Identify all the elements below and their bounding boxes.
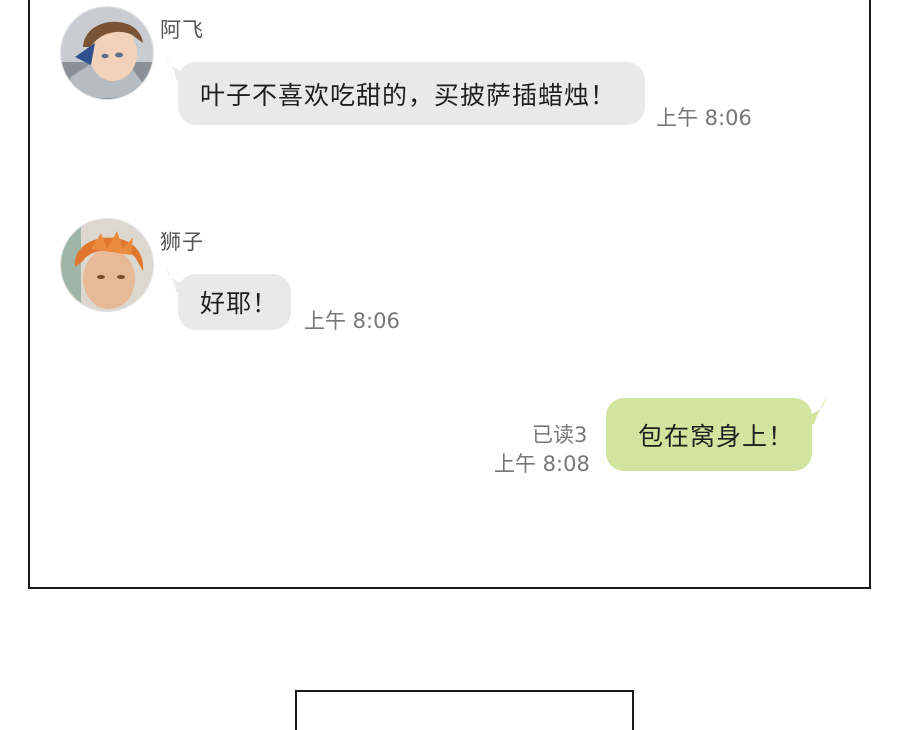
sender-name: 阿飞: [160, 18, 204, 42]
message-time: 上午 8:06: [656, 106, 752, 130]
avatar[interactable]: [60, 218, 154, 312]
bubble-tail-icon: [804, 398, 826, 424]
message-bubble[interactable]: 叶子不喜欢吃甜的，买披萨插蜡烛！: [178, 62, 645, 125]
sender-name: 狮子: [160, 230, 204, 254]
avatar-orange-hair-man-icon: [61, 219, 153, 311]
next-panel-frame: [295, 690, 634, 730]
message-time: 上午 8:06: [304, 309, 400, 333]
message-time: 上午 8:08: [494, 452, 590, 476]
chat-panel: 阿飞 叶子不喜欢吃甜的，买披萨插蜡烛！ 上午 8:06 狮子 好耶！ 上午 8:…: [28, 0, 871, 589]
read-status: 已读3: [532, 423, 588, 447]
avatar-brown-hair-man-icon: [61, 7, 153, 99]
avatar[interactable]: [60, 6, 154, 100]
message-bubble[interactable]: 包在窝身上！: [606, 398, 812, 471]
message-bubble[interactable]: 好耶！: [178, 274, 291, 330]
